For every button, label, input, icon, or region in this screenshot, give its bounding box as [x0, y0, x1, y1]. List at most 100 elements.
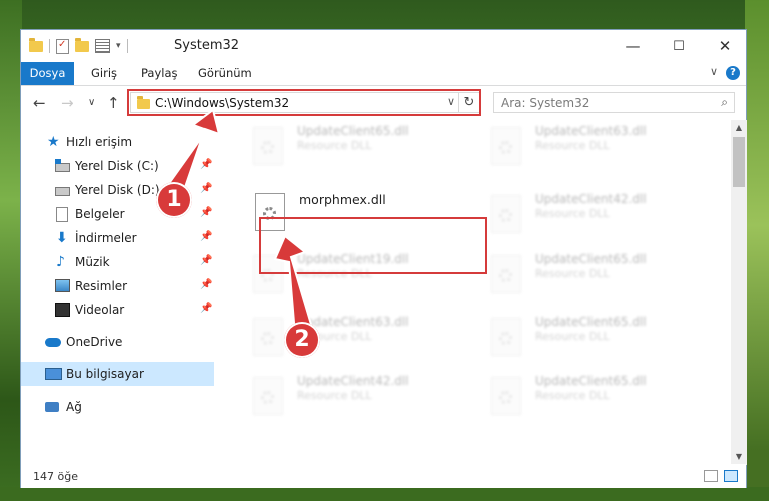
tab-file[interactable]: Dosya: [21, 62, 74, 85]
sidebar-item-local-disk-c[interactable]: Yerel Disk (C:) 📌: [21, 155, 214, 177]
file-type: Resource DLL: [297, 389, 372, 402]
close-button[interactable]: ✕: [702, 30, 748, 62]
pin-icon[interactable]: 📌: [200, 279, 212, 290]
file-tile[interactable]: UpdateClient65.dll Resource DLL: [483, 372, 703, 424]
file-name: UpdateClient42.dll: [535, 192, 647, 206]
file-type: Resource DLL: [535, 330, 610, 343]
dll-file-icon: [491, 127, 521, 165]
star-icon: ★: [47, 134, 60, 150]
up-button[interactable]: ↑: [107, 94, 120, 112]
sidebar-item-music[interactable]: ♪ Müzik 📌: [21, 251, 214, 273]
quick-access-toolbar: ▾: [29, 37, 128, 54]
ribbon-tabs: Dosya Giriş Paylaş Görünüm ∨ ?: [21, 62, 746, 86]
forward-button[interactable]: →: [61, 94, 74, 112]
sidebar-item-pictures[interactable]: Resimler 📌: [21, 275, 214, 297]
properties-check-icon[interactable]: [56, 38, 69, 54]
dll-file-icon: [491, 318, 521, 356]
file-name: UpdateClient65.dll: [535, 252, 647, 266]
pin-icon[interactable]: 📌: [200, 183, 212, 194]
sidebar-item-quick-access[interactable]: ★ Hızlı erişim: [21, 131, 214, 153]
drive-d-icon: [55, 187, 70, 196]
pin-icon[interactable]: 📌: [200, 303, 212, 314]
navigation-pane: ★ Hızlı erişim Yerel Disk (C:) 📌 Yerel D…: [21, 120, 214, 470]
sidebar-item-this-pc[interactable]: Bu bilgisayar: [21, 362, 214, 386]
file-name: UpdateClient65.dll: [535, 315, 647, 329]
dll-file-icon: [491, 377, 521, 415]
sidebar-item-label: Müzik: [75, 255, 110, 269]
file-tile[interactable]: UpdateClient63.dll Resource DLL: [245, 313, 465, 365]
new-folder-icon[interactable]: [75, 37, 89, 52]
help-icon[interactable]: ?: [726, 66, 740, 80]
sidebar-item-label: İndirmeler: [75, 231, 137, 245]
customize-toolbar-icon[interactable]: [95, 39, 110, 53]
desktop-background-right: [745, 0, 769, 501]
tab-share[interactable]: Paylaş: [141, 62, 178, 85]
toolbar-divider: [126, 39, 128, 53]
file-tile[interactable]: UpdateClient42.dll Resource DLL: [245, 372, 465, 424]
music-icon: ♪: [56, 254, 65, 270]
scrollbar-thumb[interactable]: [733, 137, 745, 187]
toolbar-divider: [49, 39, 50, 53]
file-tile[interactable]: UpdateClient42.dll Resource DLL: [483, 190, 703, 242]
item-count: 147 öğe: [33, 470, 78, 483]
file-tile[interactable]: UpdateClient63.dll Resource DLL: [483, 122, 703, 174]
scroll-down-arrow-icon[interactable]: ▼: [731, 449, 747, 465]
address-highlight-box: [127, 89, 481, 116]
sidebar-item-onedrive[interactable]: OneDrive: [21, 331, 214, 353]
back-button[interactable]: ←: [33, 94, 46, 112]
sidebar-item-videos[interactable]: Videolar 📌: [21, 299, 214, 321]
file-name: UpdateClient65.dll: [297, 124, 409, 138]
dll-file-icon: [491, 255, 521, 293]
folder-icon: [29, 37, 43, 52]
file-name: UpdateClient65.dll: [535, 374, 647, 388]
file-tile[interactable]: UpdateClient65.dll Resource DLL: [245, 122, 465, 174]
step-marker-one: 1: [156, 182, 192, 218]
cloud-icon: [45, 338, 61, 347]
sidebar-item-label: Resimler: [75, 279, 128, 293]
sidebar-item-label: Bu bilgisayar: [66, 367, 144, 381]
pin-icon[interactable]: 📌: [200, 255, 212, 266]
window-title: System32: [174, 38, 240, 53]
tiles-view-icon[interactable]: [724, 470, 738, 482]
details-view-icon[interactable]: [704, 470, 718, 482]
pin-icon[interactable]: 📌: [200, 159, 212, 170]
documents-icon: [56, 207, 68, 222]
tab-view[interactable]: Görünüm: [198, 62, 252, 85]
maximize-button[interactable]: ☐: [656, 30, 702, 62]
desktop-background-bottom: [0, 487, 769, 501]
sidebar-item-downloads[interactable]: ⬇ İndirmeler 📌: [21, 227, 214, 249]
dll-file-icon: [253, 377, 283, 415]
file-tile[interactable]: UpdateClient65.dll Resource DLL: [483, 250, 703, 302]
search-box[interactable]: Ara: System32 ⌕: [493, 92, 735, 113]
file-tile[interactable]: UpdateClient65.dll Resource DLL: [483, 313, 703, 365]
sidebar-item-label: Hızlı erişim: [66, 135, 133, 149]
title-bar: ▾ System32 — ☐ ✕: [21, 30, 746, 62]
desktop-background-left: [0, 0, 22, 501]
file-name: morphmex.dll: [299, 192, 386, 207]
recent-locations-button[interactable]: ∨: [88, 97, 95, 108]
tab-home[interactable]: Giriş: [91, 62, 117, 85]
file-type: Resource DLL: [535, 207, 610, 220]
minimize-button[interactable]: —: [610, 30, 656, 62]
file-explorer-window: ▾ System32 — ☐ ✕ Dosya Giriş Paylaş Görü…: [20, 29, 747, 488]
search-input[interactable]: Ara: System32: [501, 96, 589, 110]
file-name: UpdateClient63.dll: [535, 124, 647, 138]
vertical-scrollbar[interactable]: ▲ ▼: [731, 120, 747, 465]
file-type: Resource DLL: [535, 267, 610, 280]
file-type: Resource DLL: [297, 139, 372, 152]
pin-icon[interactable]: 📌: [200, 231, 212, 242]
file-list: UpdateClient65.dll Resource DLL UpdateCl…: [235, 120, 732, 460]
dll-file-icon: [253, 127, 283, 165]
scroll-up-arrow-icon[interactable]: ▲: [731, 120, 747, 136]
sidebar-item-label: OneDrive: [66, 335, 123, 349]
pictures-icon: [55, 279, 70, 292]
sidebar-item-network[interactable]: Ağ: [21, 396, 214, 418]
dll-file-icon: [491, 195, 521, 233]
chevron-down-icon[interactable]: ▾: [116, 41, 121, 51]
sidebar-item-label: Videolar: [75, 303, 125, 317]
pin-icon[interactable]: 📌: [200, 207, 212, 218]
sidebar-item-label: Yerel Disk (C:): [75, 159, 159, 173]
step-marker-two: 2: [284, 322, 320, 358]
expand-ribbon-icon[interactable]: ∨: [710, 65, 718, 78]
sidebar-item-label: Ağ: [66, 400, 82, 414]
